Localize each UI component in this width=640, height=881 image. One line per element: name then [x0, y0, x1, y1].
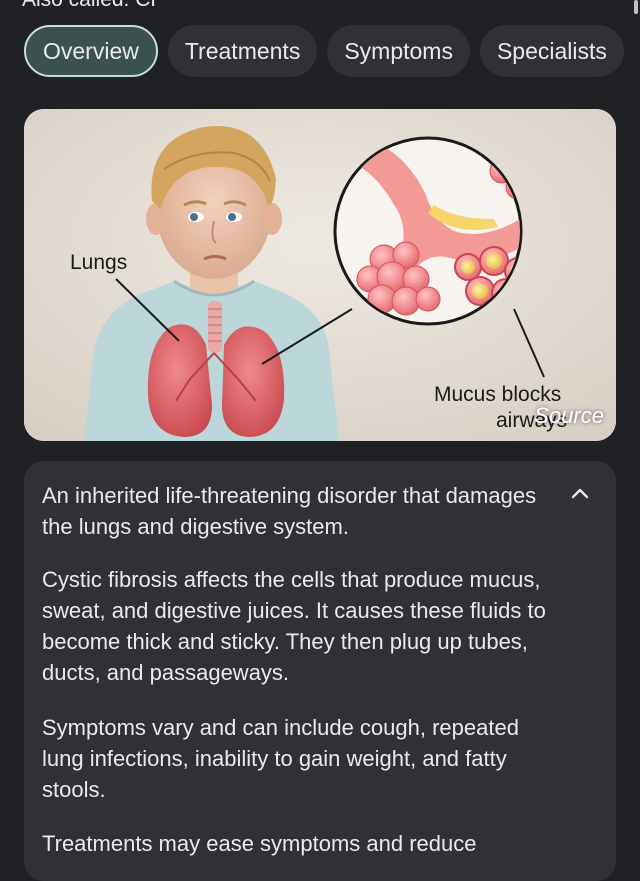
tab-symptoms[interactable]: Symptoms: [327, 25, 470, 77]
chevron-up-icon: [571, 488, 589, 499]
tab-treatments[interactable]: Treatments: [167, 25, 318, 77]
source-link[interactable]: Source: [534, 403, 604, 429]
also-called-line: Also called: CF: [22, 0, 163, 12]
tab-specialists[interactable]: Specialists: [479, 25, 624, 77]
summary-text: An inherited life-threatening disorder t…: [42, 483, 537, 539]
collapse-button[interactable]: [568, 481, 592, 505]
overview-card: An inherited life-threatening disorder t…: [24, 461, 616, 881]
lungs-label: Lungs: [70, 251, 128, 274]
paragraph-2: Symptoms vary and can include cough, rep…: [42, 715, 519, 802]
tab-overview[interactable]: Overview: [24, 25, 158, 77]
scrollbar[interactable]: [634, 0, 638, 14]
paragraph-1: Cystic fibrosis affects the cells that p…: [42, 567, 546, 685]
paragraph-3: Treatments may ease symptoms and reduce: [42, 831, 477, 856]
topic-tabs: Overview Treatments Symptoms Specialists: [24, 25, 624, 77]
cystic-fibrosis-illustration[interactable]: Lungs Mucus blocks airways Source: [24, 109, 616, 441]
